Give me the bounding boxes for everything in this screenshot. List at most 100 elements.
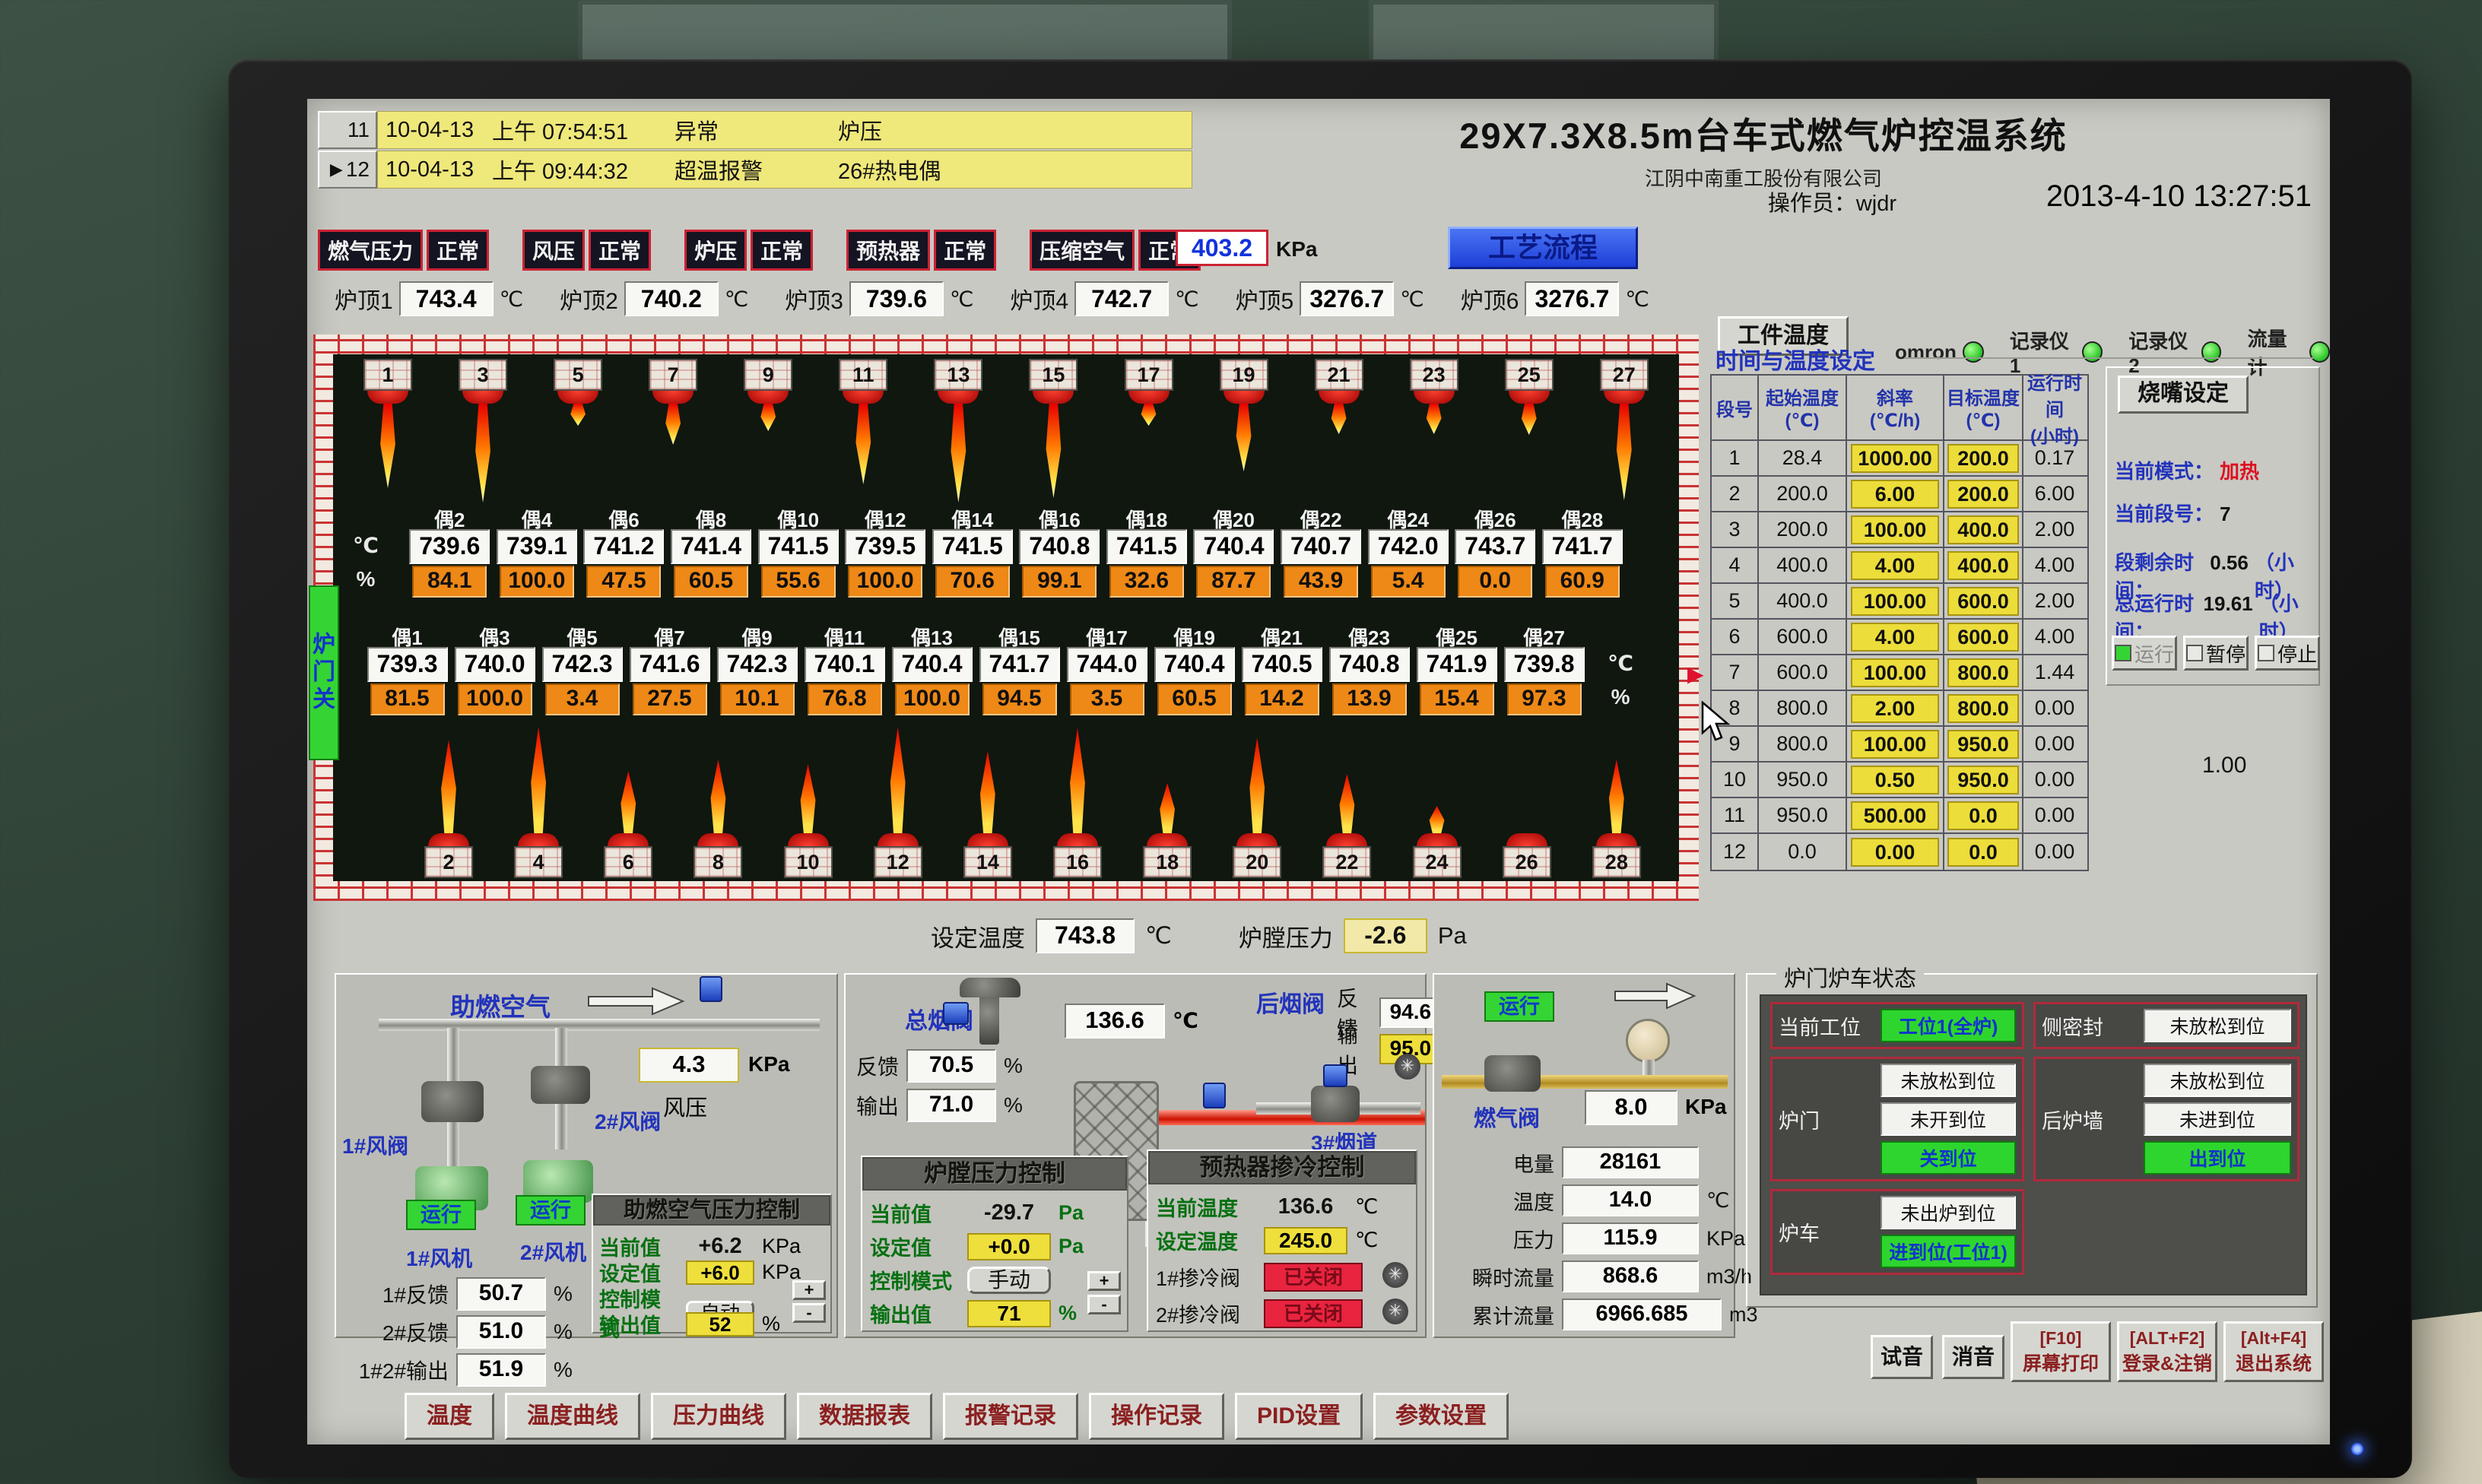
thermocouple-readout: 偶6741.247.5 [580, 505, 668, 598]
top-temp-value: 743.4 [399, 281, 494, 316]
schedule-setpoint-value[interactable]: 950.0 [1947, 730, 2019, 759]
set-value[interactable]: +6.0 [686, 1260, 754, 1285]
flame-icon [528, 727, 548, 833]
schedule-cell: 950.0 [1944, 763, 2023, 797]
increment-button[interactable]: + [1087, 1271, 1121, 1291]
burner-number-plate: 6 [604, 846, 652, 878]
top-temp-label: 炉顶2 [560, 282, 618, 316]
schedule-setpoint-value[interactable]: 600.0 [1947, 623, 2019, 652]
schedule-setpoint-value[interactable]: 950.0 [1947, 766, 2019, 794]
thermocouple-name: 偶17 [1086, 623, 1128, 647]
schedule-cell: 6.00 [2023, 477, 2086, 511]
air-valve-1-icon [421, 1081, 484, 1122]
mode-button[interactable]: 手动 [967, 1267, 1051, 1294]
status-indicator-label: 风压 [522, 230, 585, 271]
schedule-setpoint-value[interactable]: 4.00 [1851, 623, 1939, 652]
thermocouple-output-pct: 43.9 [1284, 566, 1358, 598]
schedule-setpoint-value[interactable]: 500.00 [1851, 801, 1939, 830]
air-readout-value: 51.0 [456, 1315, 546, 1349]
nav-button[interactable]: 温度曲线 [505, 1393, 640, 1440]
schedule-setpoint-value[interactable]: 0.00 [1851, 838, 1939, 867]
set-temp-unit: ℃ [1145, 922, 1172, 950]
sound-button[interactable]: 消音 [1942, 1335, 2004, 1379]
schedule-cell: 0.50 [1847, 763, 1944, 797]
schedule-setpoint-value[interactable]: 400.0 [1947, 515, 2019, 544]
gas-readout-label: 瞬时流量 [1440, 1262, 1554, 1292]
schedule-cell: 7 [1712, 655, 1759, 690]
thermocouple-temp: 740.8 [1019, 529, 1100, 564]
stop-button[interactable]: 停止 [2255, 636, 2320, 671]
gas-readout-label: 温度 [1440, 1186, 1554, 1216]
schedule-setpoint-value[interactable]: 800.0 [1947, 658, 2019, 687]
thermocouple-name: 偶2 [434, 505, 465, 529]
furnace-top-temps: 炉顶1743.4℃炉顶2740.2℃炉顶3739.6℃炉顶4742.7℃炉顶53… [335, 281, 1649, 316]
set-value[interactable]: +0.0 [967, 1233, 1051, 1260]
status-indicator-label: 炉压 [684, 230, 747, 271]
percent-unit: % [1004, 1054, 1023, 1078]
schedule-setpoint-value[interactable]: 100.00 [1851, 730, 1939, 759]
system-button[interactable]: [F10]屏幕打印 [2011, 1321, 2111, 1382]
system-button[interactable]: [Alt+F4]退出系统 [2223, 1321, 2324, 1382]
air-valve-2-icon [531, 1066, 590, 1104]
alarm-row[interactable]: 1110-04-13上午 07:54:51异常炉压 [318, 111, 1192, 149]
set-temp-value[interactable]: 245.0 [1264, 1227, 1347, 1254]
gas-readout-value: 6966.685 [1562, 1298, 1722, 1330]
schedule-setpoint-value[interactable]: 0.50 [1851, 766, 1939, 794]
thermocouple-name: 偶20 [1213, 505, 1255, 529]
percent-unit: % [554, 1282, 573, 1306]
system-button[interactable]: [ALT+F2]登录&注销 [2117, 1321, 2217, 1382]
schedule-setpoint-value[interactable]: 200.0 [1947, 444, 2019, 473]
gas-pressure-unit: KPa [1685, 1095, 1726, 1119]
schedule-cell: 4 [1712, 548, 1759, 582]
schedule-setpoint-value[interactable]: 200.0 [1947, 480, 2019, 509]
increment-button[interactable]: + [792, 1280, 826, 1300]
thermocouple-temp: 741.5 [758, 529, 839, 564]
schedule-cell: 0.0 [1944, 798, 2023, 832]
thermocouple-name: 偶4 [522, 505, 552, 529]
furnace-top-temp: 炉顶53276.7℃ [1236, 281, 1424, 316]
schedule-setpoint-value[interactable]: 6.00 [1851, 480, 1939, 509]
schedule-setpoint-value[interactable]: 100.00 [1851, 515, 1939, 544]
nav-button[interactable]: 报警记录 [943, 1393, 1078, 1440]
schedule-setpoint-value[interactable]: 600.0 [1947, 587, 2019, 616]
percent-unit: % [1004, 1093, 1023, 1118]
schedule-setpoint-value[interactable]: 400.0 [1947, 551, 2019, 580]
thermocouple-temp: 739.5 [845, 529, 925, 564]
nav-button[interactable]: 参数设置 [1373, 1393, 1509, 1440]
burner-setting-button[interactable]: 烧嘴设定 [2118, 376, 2249, 414]
sound-button[interactable]: 试音 [1871, 1335, 1933, 1379]
schedule-setpoint-value[interactable]: 100.00 [1851, 587, 1939, 616]
thermocouple-readout: 偶14741.570.6 [928, 505, 1016, 598]
nav-button[interactable]: 温度 [405, 1393, 494, 1440]
output-value[interactable]: 71 [967, 1300, 1051, 1327]
furnace-top-temp: 炉顶1743.4℃ [335, 281, 523, 316]
output-value[interactable]: 52 [686, 1312, 754, 1337]
decrement-button[interactable]: - [1087, 1295, 1121, 1314]
gas-readout-row: 电量28161 [1440, 1146, 1706, 1178]
schedule-setpoint-value[interactable]: 4.00 [1851, 551, 1939, 580]
cool-valve-1-label: 1#掺冷阀 [1156, 1262, 1256, 1292]
schedule-setpoint-value[interactable]: 0.0 [1947, 838, 2019, 867]
process-flow-button[interactable]: 工艺流程 [1448, 227, 1638, 269]
chamber-pressure-value: -2.6 [1344, 918, 1427, 953]
run-button[interactable]: 运行 [2112, 636, 2177, 671]
schedule-cell: 11 [1712, 798, 1759, 832]
nav-buttons: 温度温度曲线压力曲线数据报表报警记录操作记录PID设置参数设置 [405, 1393, 1509, 1440]
nav-button[interactable]: 数据报表 [797, 1393, 932, 1440]
decrement-button[interactable]: - [792, 1303, 826, 1323]
nav-button[interactable]: 操作记录 [1089, 1393, 1224, 1440]
current-unit: KPa [762, 1235, 801, 1258]
alarm-row[interactable]: ▶1210-04-13上午 09:44:32超温报警26#热电偶 [318, 151, 1192, 189]
schedule-setpoint-value[interactable]: 2.00 [1851, 694, 1939, 723]
schedule-setpoint-value[interactable]: 0.0 [1947, 801, 2019, 830]
top-burner: 19 [1220, 359, 1268, 503]
nav-button[interactable]: 压力曲线 [651, 1393, 786, 1440]
schedule-setpoint-value[interactable]: 1000.00 [1851, 444, 1939, 473]
pause-button[interactable]: 暂停 [2183, 636, 2249, 671]
schedule-setpoint-value[interactable]: 100.00 [1851, 658, 1939, 687]
schedule-cell: 100.00 [1847, 584, 1944, 618]
status-indicator-label: 燃气压力 [318, 230, 423, 271]
schedule-cell: 100.00 [1847, 727, 1944, 761]
schedule-setpoint-value[interactable]: 800.0 [1947, 694, 2019, 723]
nav-button[interactable]: PID设置 [1235, 1393, 1363, 1440]
